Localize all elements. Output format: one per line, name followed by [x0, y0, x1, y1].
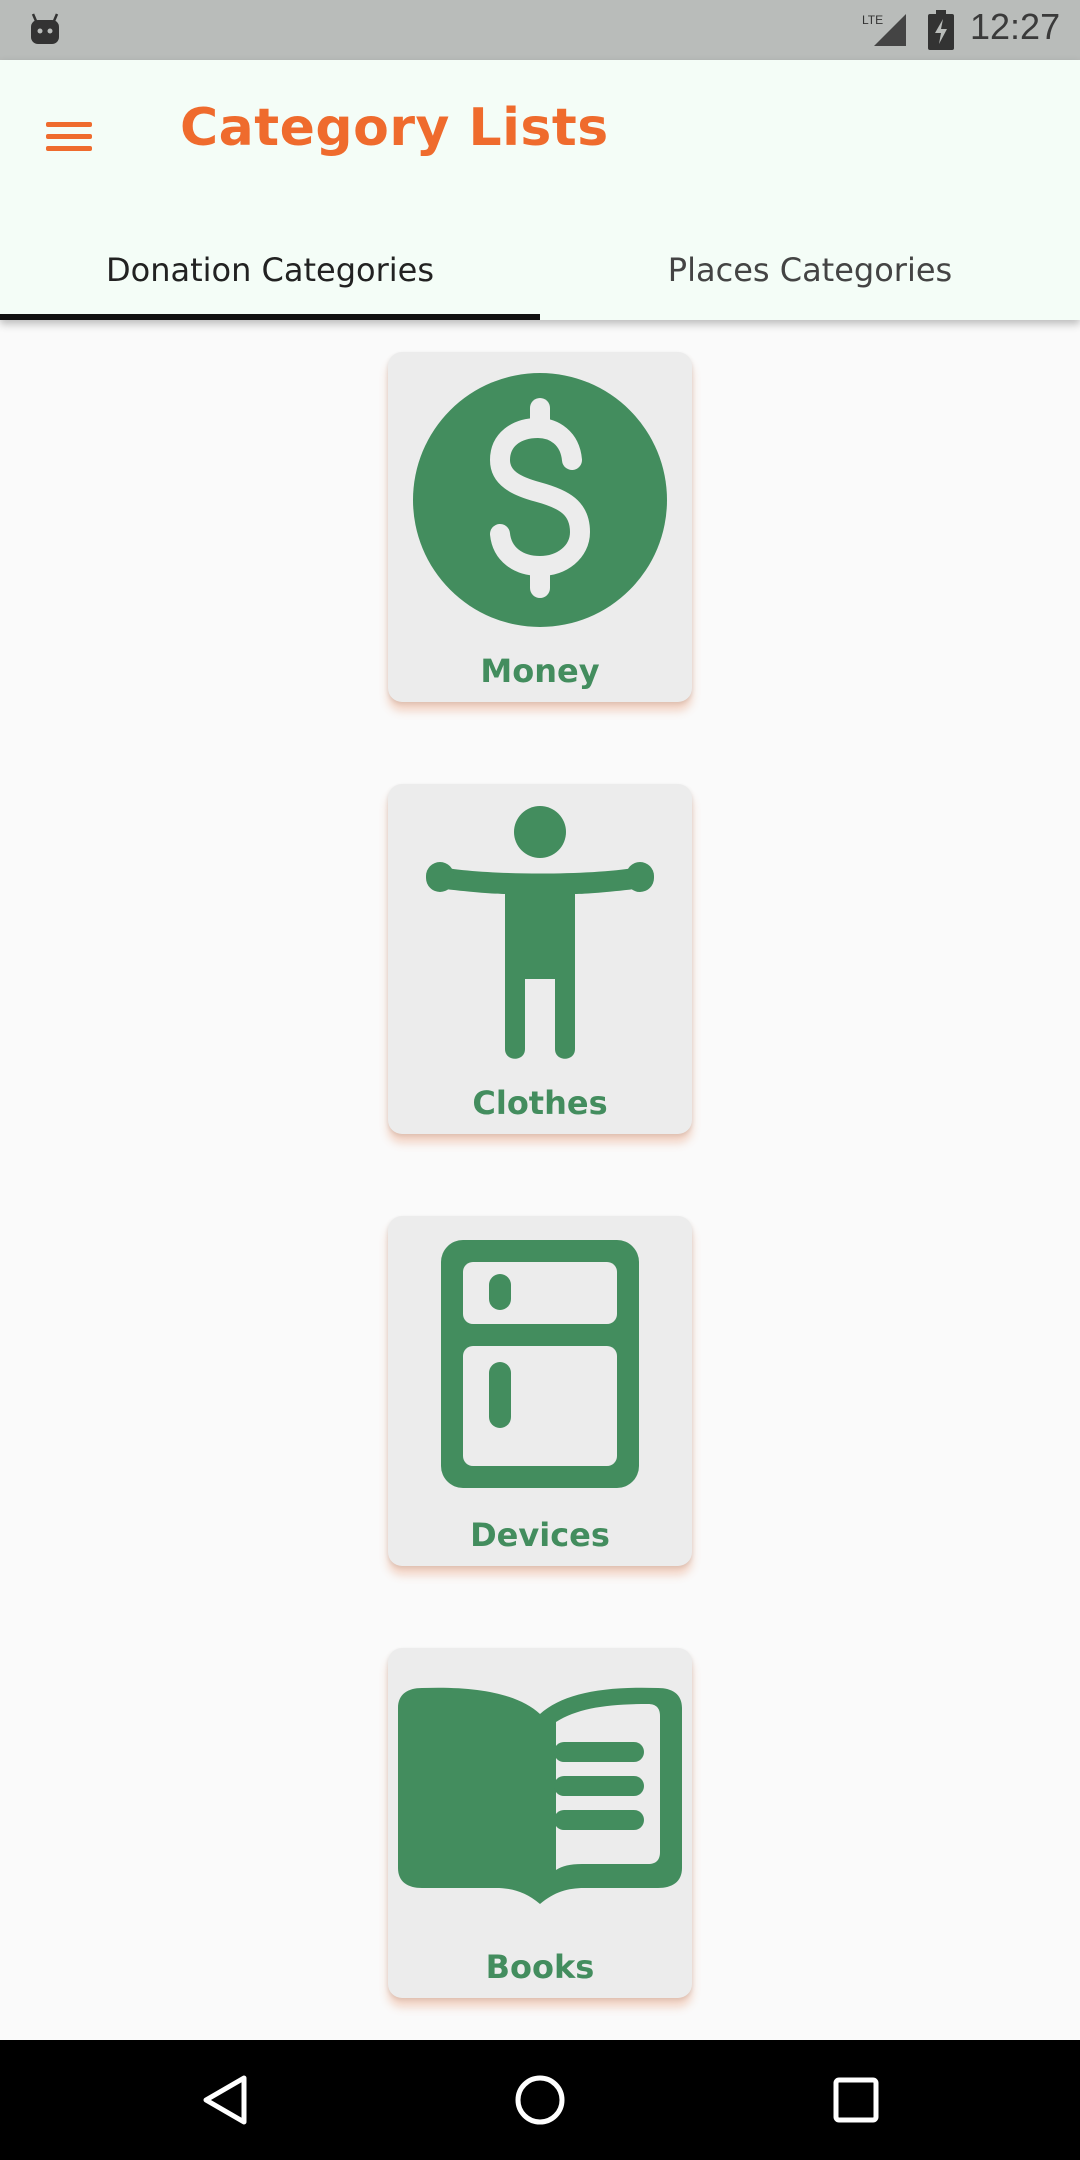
category-label: Devices [470, 1516, 610, 1554]
navigation-bar [0, 2040, 1080, 2160]
page-title: Category Lists [180, 98, 609, 158]
tab-label: Places Categories [667, 251, 953, 289]
status-time: 12:27 [970, 6, 1061, 47]
category-list: Money Clothes Devices Books [0, 320, 1080, 2040]
category-card-books[interactable]: Books [388, 1648, 692, 1998]
dollar-icon [413, 373, 667, 627]
person-icon [426, 806, 654, 1059]
category-card-clothes[interactable]: Clothes [388, 784, 692, 1134]
home-icon[interactable] [510, 2070, 570, 2130]
category-label: Clothes [472, 1084, 608, 1122]
back-icon[interactable] [196, 2070, 256, 2130]
hamburger-menu-icon[interactable] [44, 112, 96, 164]
book-icon [398, 1687, 682, 1904]
network-type-text: LTE [862, 13, 883, 27]
category-label: Money [480, 652, 600, 690]
app-bar: Category Lists Donation Categories Place… [0, 60, 1080, 320]
android-robot-icon [31, 13, 59, 44]
tab-donation-categories[interactable]: Donation Categories [0, 220, 540, 320]
tab-places-categories[interactable]: Places Categories [540, 220, 1080, 320]
tab-bar: Donation Categories Places Categories [0, 220, 1080, 320]
category-card-money[interactable]: Money [388, 352, 692, 702]
lte-signal-icon: LTE [862, 13, 906, 46]
tab-label: Donation Categories [105, 251, 435, 289]
fridge-icon [441, 1240, 639, 1488]
recents-icon[interactable] [826, 2070, 886, 2130]
category-card-devices[interactable]: Devices [388, 1216, 692, 1566]
category-label: Books [485, 1948, 595, 1986]
status-bar: LTE 12:27 [0, 0, 1080, 60]
battery-charging-icon [928, 10, 954, 50]
